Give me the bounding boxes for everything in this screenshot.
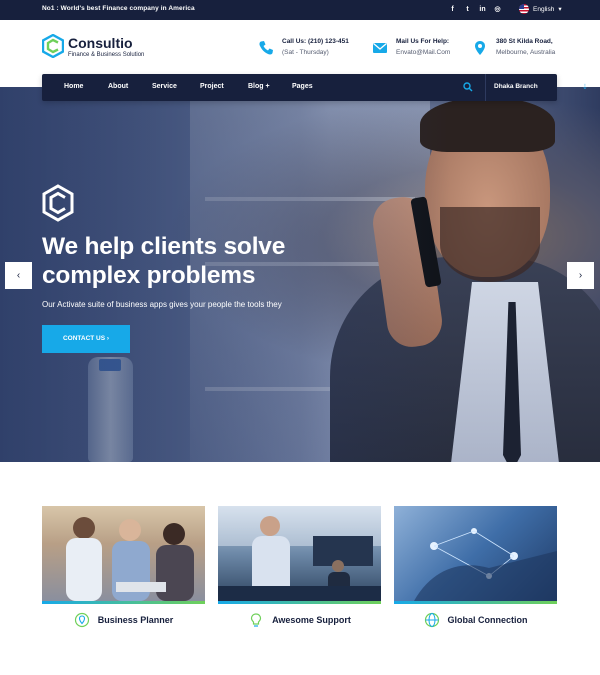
search-icon[interactable] [463,82,473,92]
consultio-mark-icon [42,184,74,222]
nav-item-about[interactable]: About [108,83,128,90]
nav-item-home[interactable]: Home [64,83,83,90]
phone-title: Call Us: (210) 123-451 [282,38,349,45]
branch-selector[interactable]: Dhaka Branch [494,83,538,90]
us-flag-icon [519,4,529,14]
service-image-digital [394,506,557,601]
hero-subtext: Our Activate suite of business apps give… [42,300,282,309]
card-accent-bar [394,601,557,604]
nav-item-service[interactable]: Service [152,83,177,90]
site-header: Consultio Finance & Business Solution Ca… [0,20,600,80]
service-image-meeting [42,506,205,601]
top-bar: No1 : World's best Finance company in Am… [0,0,600,20]
brand-name[interactable]: Consultio [68,35,133,51]
language-label: English [533,5,555,13]
meeting-illustration [66,517,194,601]
facebook-icon[interactable]: f [448,4,457,15]
chevron-down-icon: ▾ [558,6,562,13]
service-label: Business Planner [42,612,205,628]
language-selector[interactable]: English ▾ [519,4,562,14]
mail-icon [373,43,387,53]
contact-mail: Mail Us For Help: Envato@Mail.Com [372,38,450,56]
office-illustration [218,506,381,601]
card-accent-bar [218,601,381,604]
service-card-business-planner[interactable]: Business Planner [42,506,205,628]
phone-icon [259,41,273,55]
hero-headline-line-2: complex problems [42,262,256,289]
hero-headline: We help clients solve complex problems [42,232,285,290]
address-detail: Melbourne, Australia [496,49,556,56]
slider-next-button[interactable]: › [567,262,594,289]
service-title[interactable]: Business Planner [98,615,174,625]
main-navigation: Home About Service Project Blog + Pages … [42,74,588,101]
support-bulb-icon [250,613,262,627]
card-accent-bar [42,601,205,604]
chevron-down-icon[interactable]: ⇣ [582,83,588,91]
nav-item-pages[interactable]: Pages [292,83,313,90]
service-card-awesome-support[interactable]: Awesome Support [218,506,381,628]
linkedin-icon[interactable]: in [478,4,487,15]
top-bar-tagline: No1 : World's best Finance company in Am… [42,5,195,12]
instagram-icon[interactable]: ◎ [493,4,502,15]
service-label: Global Connection [394,612,557,628]
twitter-icon[interactable]: t [463,4,472,15]
contact-us-button[interactable]: CONTACT US › [42,325,130,353]
service-image-office [218,506,381,601]
digital-network-illustration [414,528,557,601]
nav-item-project[interactable]: Project [200,83,224,90]
nav-divider [485,74,486,101]
hero-headline-line-1: We help clients solve [42,233,286,260]
location-pin-icon [475,41,485,55]
mail-title: Mail Us For Help: [396,38,450,45]
hero-slider: We help clients solve complex problems O… [0,87,600,462]
brand-tagline: Finance & Business Solution [68,52,145,58]
address-title: 380 St Kilda Road, [496,38,553,45]
nav-item-blog[interactable]: Blog + [248,83,270,90]
contact-address: 380 St Kilda Road, Melbourne, Australia [472,38,555,56]
business-planner-icon [74,612,89,628]
service-title[interactable]: Global Connection [448,615,528,625]
mail-detail[interactable]: Envato@Mail.Com [396,49,450,56]
slider-prev-button[interactable]: ‹ [5,262,32,289]
consultio-logo-icon[interactable] [42,34,64,58]
contact-phone: Call Us: (210) 123-451 (Sat - Thursday) [258,38,349,56]
service-label: Awesome Support [218,612,381,628]
globe-icon [424,612,439,628]
phone-detail: (Sat - Thursday) [282,49,329,56]
social-links: f t in ◎ [448,4,502,15]
service-card-global-connection[interactable]: Global Connection [394,506,557,628]
service-title[interactable]: Awesome Support [272,615,351,625]
